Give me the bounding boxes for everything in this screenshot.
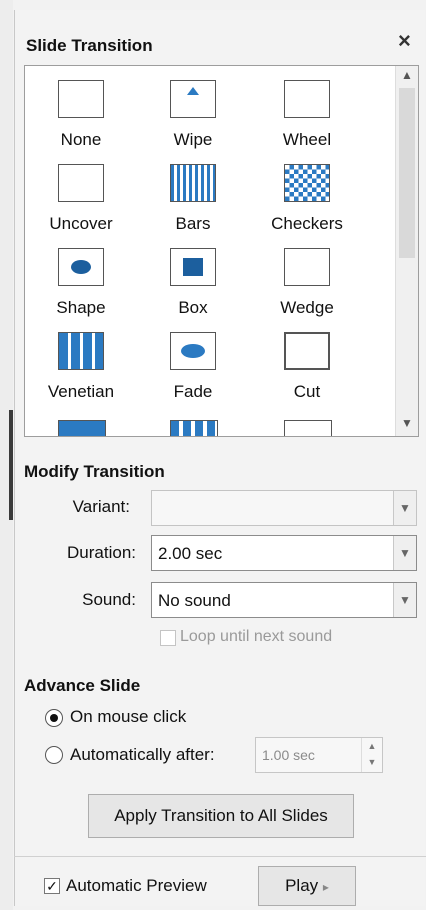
shape-transition-icon: [58, 248, 104, 286]
duration-field[interactable]: 2.00 sec ▼: [151, 535, 417, 571]
auto-advance-value: 1.00 sec: [262, 747, 315, 763]
transition-item-venetian[interactable]: Venetian: [31, 332, 131, 402]
chevron-down-icon[interactable]: ▼: [396, 416, 418, 434]
none-transition-icon: [58, 80, 104, 118]
wipe-transition-icon: [170, 80, 216, 118]
loop-checkbox[interactable]: [160, 630, 176, 646]
sound-select[interactable]: No sound ▼: [151, 582, 417, 618]
transition-label: Uncover: [49, 214, 113, 233]
fade-transition-icon: [170, 332, 216, 370]
partial-transition-icon[interactable]: [284, 420, 332, 436]
automatically-after-radio[interactable]: [45, 746, 63, 764]
chevron-down-icon[interactable]: ▼: [393, 583, 416, 617]
transition-label: None: [60, 130, 102, 149]
on-mouse-click-label[interactable]: On mouse click: [70, 707, 186, 727]
variant-select[interactable]: ▼: [151, 490, 417, 526]
transition-label: Cut: [293, 382, 321, 401]
transition-item-none[interactable]: None: [31, 80, 131, 150]
transition-label: Bars: [175, 214, 211, 233]
modify-transition-heading: Modify Transition: [24, 462, 165, 481]
transition-item-box[interactable]: Box: [143, 248, 243, 318]
variant-label: Variant:: [72, 497, 130, 516]
automatically-after-label[interactable]: Automatically after:: [70, 745, 215, 765]
bars-transition-icon: [170, 164, 216, 202]
partial-transition-icon[interactable]: [58, 420, 106, 436]
loop-label: Loop until next sound: [180, 628, 333, 645]
transition-label: Box: [178, 298, 208, 317]
separator: [14, 856, 426, 857]
checkers-transition-icon: [284, 164, 330, 202]
transition-item-cut[interactable]: Cut: [257, 332, 357, 402]
transition-item-fade[interactable]: Fade: [143, 332, 243, 402]
chevron-down-icon[interactable]: ▼: [393, 491, 416, 525]
transition-label: Wipe: [173, 130, 213, 149]
venetian-transition-icon: [58, 332, 104, 370]
auto-advance-spinner[interactable]: 1.00 sec ▲ ▼: [255, 737, 383, 773]
box-transition-icon: [170, 248, 216, 286]
advance-slide-heading: Advance Slide: [24, 676, 141, 695]
sound-value: No sound: [158, 591, 231, 610]
uncover-transition-icon: [58, 164, 104, 202]
gallery-scrollbar[interactable]: ▲ ▼: [395, 66, 418, 436]
automatic-preview-label[interactable]: Automatic Preview: [66, 876, 207, 896]
transition-gallery: None Wipe Wheel Uncover Bars Checkers Sh…: [24, 65, 419, 437]
chevron-up-icon[interactable]: ▲: [396, 68, 418, 86]
scrollbar-thumb[interactable]: [399, 88, 415, 258]
play-arrow-icon: ▸: [322, 880, 329, 894]
cut-transition-icon: [284, 332, 330, 370]
transition-item-wheel[interactable]: Wheel: [257, 80, 357, 150]
wheel-transition-icon: [284, 80, 330, 118]
partial-transition-icon[interactable]: [170, 420, 218, 436]
wedge-transition-icon: [284, 248, 330, 286]
apply-to-all-slides-button[interactable]: Apply Transition to All Slides: [88, 794, 354, 838]
transition-label: Wheel: [282, 130, 332, 149]
transition-label: Shape: [56, 298, 106, 317]
sound-label: Sound:: [82, 590, 136, 609]
close-icon[interactable]: ×: [398, 28, 411, 54]
panel-title: Slide Transition: [26, 36, 153, 55]
on-mouse-click-radio[interactable]: [45, 709, 63, 727]
duration-value: 2.00 sec: [158, 544, 223, 563]
dock-splitter-handle[interactable]: [9, 410, 13, 520]
transition-item-uncover[interactable]: Uncover: [31, 164, 131, 234]
transition-item-wedge[interactable]: Wedge: [257, 248, 357, 318]
transition-label: Fade: [173, 382, 213, 401]
dock-edge: [0, 0, 13, 910]
transition-item-checkers[interactable]: Checkers: [257, 164, 357, 234]
transition-item-bars[interactable]: Bars: [143, 164, 243, 234]
automatic-preview-checkbox[interactable]: ✓: [44, 878, 60, 894]
play-button[interactable]: Play ▸: [258, 866, 356, 906]
transition-label: Venetian: [47, 382, 115, 401]
transition-label: Wedge: [280, 298, 334, 317]
chevron-down-icon[interactable]: ▼: [393, 536, 416, 570]
play-label: Play: [285, 876, 319, 895]
transition-label: Checkers: [271, 214, 343, 233]
duration-label: Duration:: [67, 543, 136, 562]
transition-item-shape[interactable]: Shape: [31, 248, 131, 318]
spinner-arrows-icon[interactable]: ▲ ▼: [361, 738, 382, 772]
transition-item-wipe[interactable]: Wipe: [143, 80, 243, 150]
